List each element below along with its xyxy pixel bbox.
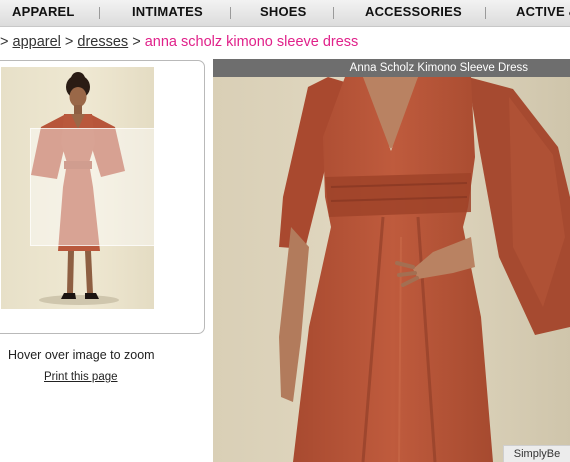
nav-shoes[interactable]: SHOES (260, 0, 307, 26)
product-thumbnail-image[interactable] (1, 67, 154, 309)
zoom-hint: Hover over image to zoom (8, 348, 155, 362)
model-closeup-figure (213, 77, 570, 462)
nav-separator (99, 7, 100, 19)
nav-intimates[interactable]: INTIMATES (132, 0, 203, 26)
nav-accessories[interactable]: ACCESSORIES (365, 0, 462, 26)
nav-active[interactable]: ACTIVE & (516, 0, 570, 26)
nav-separator (485, 7, 486, 19)
zoomed-product-image (213, 77, 570, 462)
breadcrumb-separator: > (0, 34, 9, 50)
breadcrumb-separator: > (64, 34, 74, 50)
breadcrumb-separator: > (132, 34, 141, 50)
top-nav: APPAREL INTIMATES SHOES ACCESSORIES ACTI… (0, 0, 570, 27)
zoom-panel: Anna Scholz Kimono Sleeve Dress SimplyBe (213, 59, 570, 462)
nav-apparel[interactable]: APPAREL (12, 0, 75, 26)
zoom-title: Anna Scholz Kimono Sleeve Dress (349, 62, 528, 74)
breadcrumb: > apparel > dresses > anna scholz kimono… (0, 34, 358, 50)
zoom-title-bar: Anna Scholz Kimono Sleeve Dress (213, 59, 570, 77)
brand-watermark: SimplyBe (503, 445, 570, 462)
breadcrumb-current: anna scholz kimono sleeve dress (144, 34, 359, 50)
breadcrumb-dresses[interactable]: dresses (77, 34, 128, 50)
breadcrumb-apparel[interactable]: apparel (13, 34, 61, 50)
nav-separator (230, 7, 231, 19)
print-page-link[interactable]: Print this page (44, 371, 118, 383)
product-thumbnail-card (0, 60, 205, 334)
zoom-lens[interactable] (30, 128, 154, 246)
nav-separator (333, 7, 334, 19)
